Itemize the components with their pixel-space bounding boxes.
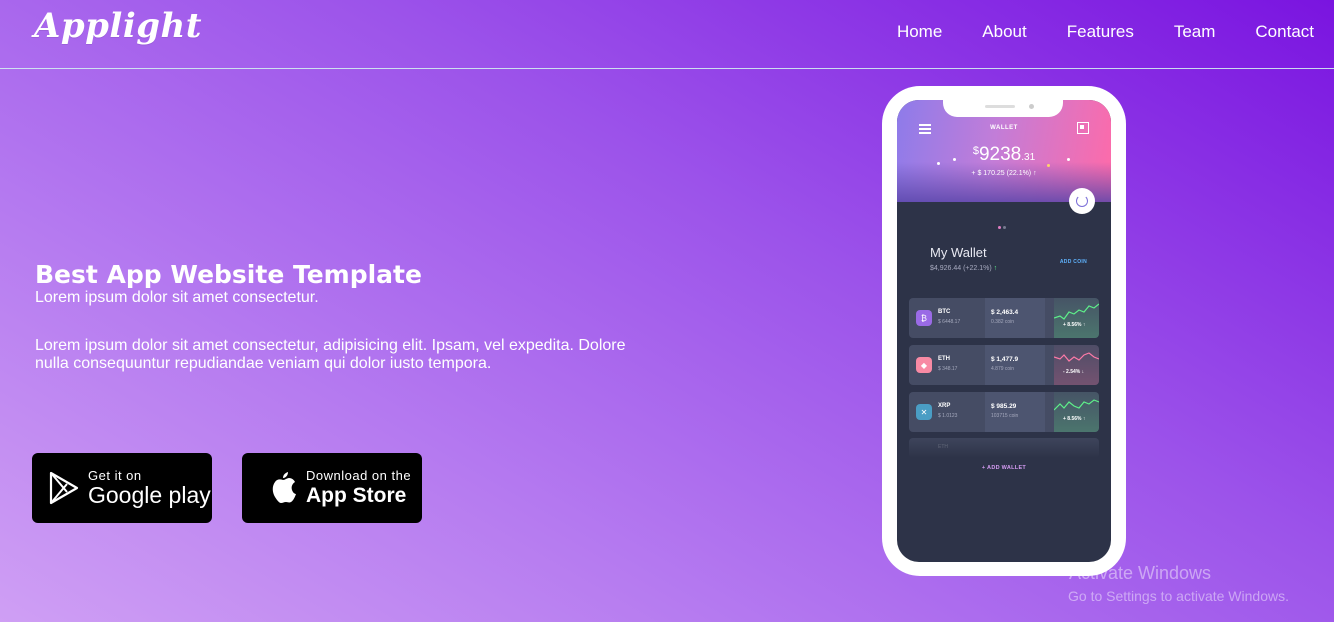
coin-usd: $ 348.17 <box>938 366 958 372</box>
nav-features-link[interactable]: Features <box>1067 22 1134 42</box>
coin-change: + 8.56% ↑ <box>1063 322 1086 328</box>
coin-price: $ 1,477.9 <box>991 356 1019 363</box>
balance-main: 9238 <box>978 144 1022 165</box>
coin-row-btc: ₿ BTC $ 6448.17 $ 2,463.4 0.382 coin + 8… <box>909 298 1099 338</box>
app-store-small-text: Download on the <box>306 467 412 483</box>
phone-camera <box>1029 104 1034 109</box>
phone-notch <box>943 100 1063 117</box>
coin-amount: 4.879 coin <box>991 366 1015 372</box>
google-play-button[interactable]: Get it on Google play <box>32 453 212 523</box>
sparkline-chart <box>1053 298 1099 338</box>
sparkline-chart <box>1053 345 1099 385</box>
sparkline-chart <box>1053 392 1099 432</box>
hero-title: Best App Website Template <box>35 260 422 289</box>
phone-screen: WALLET $9238.31 + $ 170.25 (22.1%) ↑ My … <box>897 100 1111 562</box>
coin-row-faded: ETH <box>909 438 1099 458</box>
main-nav: Home About Features Team Contact <box>857 22 1314 42</box>
coin-change: + 8.56% ↑ <box>1063 416 1086 422</box>
apple-icon <box>272 472 296 503</box>
refresh-icon <box>1069 188 1095 214</box>
nav-team-link[interactable]: Team <box>1174 22 1216 42</box>
coin-name: ETH <box>938 356 950 362</box>
wallet-balance: $9238.31 <box>897 144 1111 166</box>
coin-row-xrp: ✕ XRP $ 1.0123 $ 985.29 103715 coin + 8.… <box>909 392 1099 432</box>
google-play-icon <box>49 471 79 505</box>
app-store-big-text: App Store <box>306 483 407 507</box>
hero-subtitle: Lorem ipsum dolor sit amet consectetur. <box>35 289 319 306</box>
balance-change: + $ 170.25 (22.1%) ↑ <box>971 170 1037 177</box>
activate-windows-subtitle: Go to Settings to activate Windows. <box>1068 588 1289 604</box>
coin-name: BTC <box>938 309 951 315</box>
coin-usd: $ 1.0123 <box>938 413 958 419</box>
phone-speaker <box>985 105 1015 108</box>
balance-decimal: .31 <box>1021 152 1036 163</box>
page-indicator <box>998 226 1010 229</box>
ripple-icon: ✕ <box>916 404 932 420</box>
coin-price: $ 2,463.4 <box>991 309 1019 316</box>
google-play-big-text: Google play <box>88 481 211 508</box>
activate-windows-title: Activate Windows <box>1069 563 1212 583</box>
nav-home-link[interactable]: Home <box>897 22 942 42</box>
coin-price: $ 985.29 <box>991 403 1017 410</box>
coin-name: XRP <box>938 403 951 409</box>
site-logo[interactable]: Applight <box>34 6 202 46</box>
coin-amount: 0.382 coin <box>991 319 1015 325</box>
coin-amount: 103715 coin <box>991 413 1019 419</box>
coin-usd: $ 6448.17 <box>938 319 961 325</box>
bitcoin-icon: ₿ <box>916 310 932 326</box>
coin-change: - 2.54% ↓ <box>1063 369 1085 375</box>
header-divider <box>0 68 1334 69</box>
add-coin-label: ADD COIN <box>1059 259 1087 265</box>
add-wallet-label: + ADD WALLET <box>981 465 1027 471</box>
hero-description: Lorem ipsum dolor sit amet consectetur, … <box>35 337 626 372</box>
phone-mockup: WALLET $9238.31 + $ 170.25 (22.1%) ↑ My … <box>882 86 1126 576</box>
nav-about-link[interactable]: About <box>982 22 1026 42</box>
ethereum-icon: ◆ <box>916 357 932 373</box>
coin-row-eth: ◆ ETH $ 348.17 $ 1,477.9 4.879 coin - 2.… <box>909 345 1099 385</box>
google-play-small-text: Get it on <box>88 467 142 483</box>
app-store-button[interactable]: Download on the App Store <box>242 453 422 523</box>
my-wallet-title: My Wallet <box>930 245 987 260</box>
qr-code-icon <box>1077 122 1089 134</box>
nav-contact-link[interactable]: Contact <box>1255 22 1314 42</box>
my-wallet-value: $4,926.44 (+22.1%) ↑ <box>930 265 998 272</box>
